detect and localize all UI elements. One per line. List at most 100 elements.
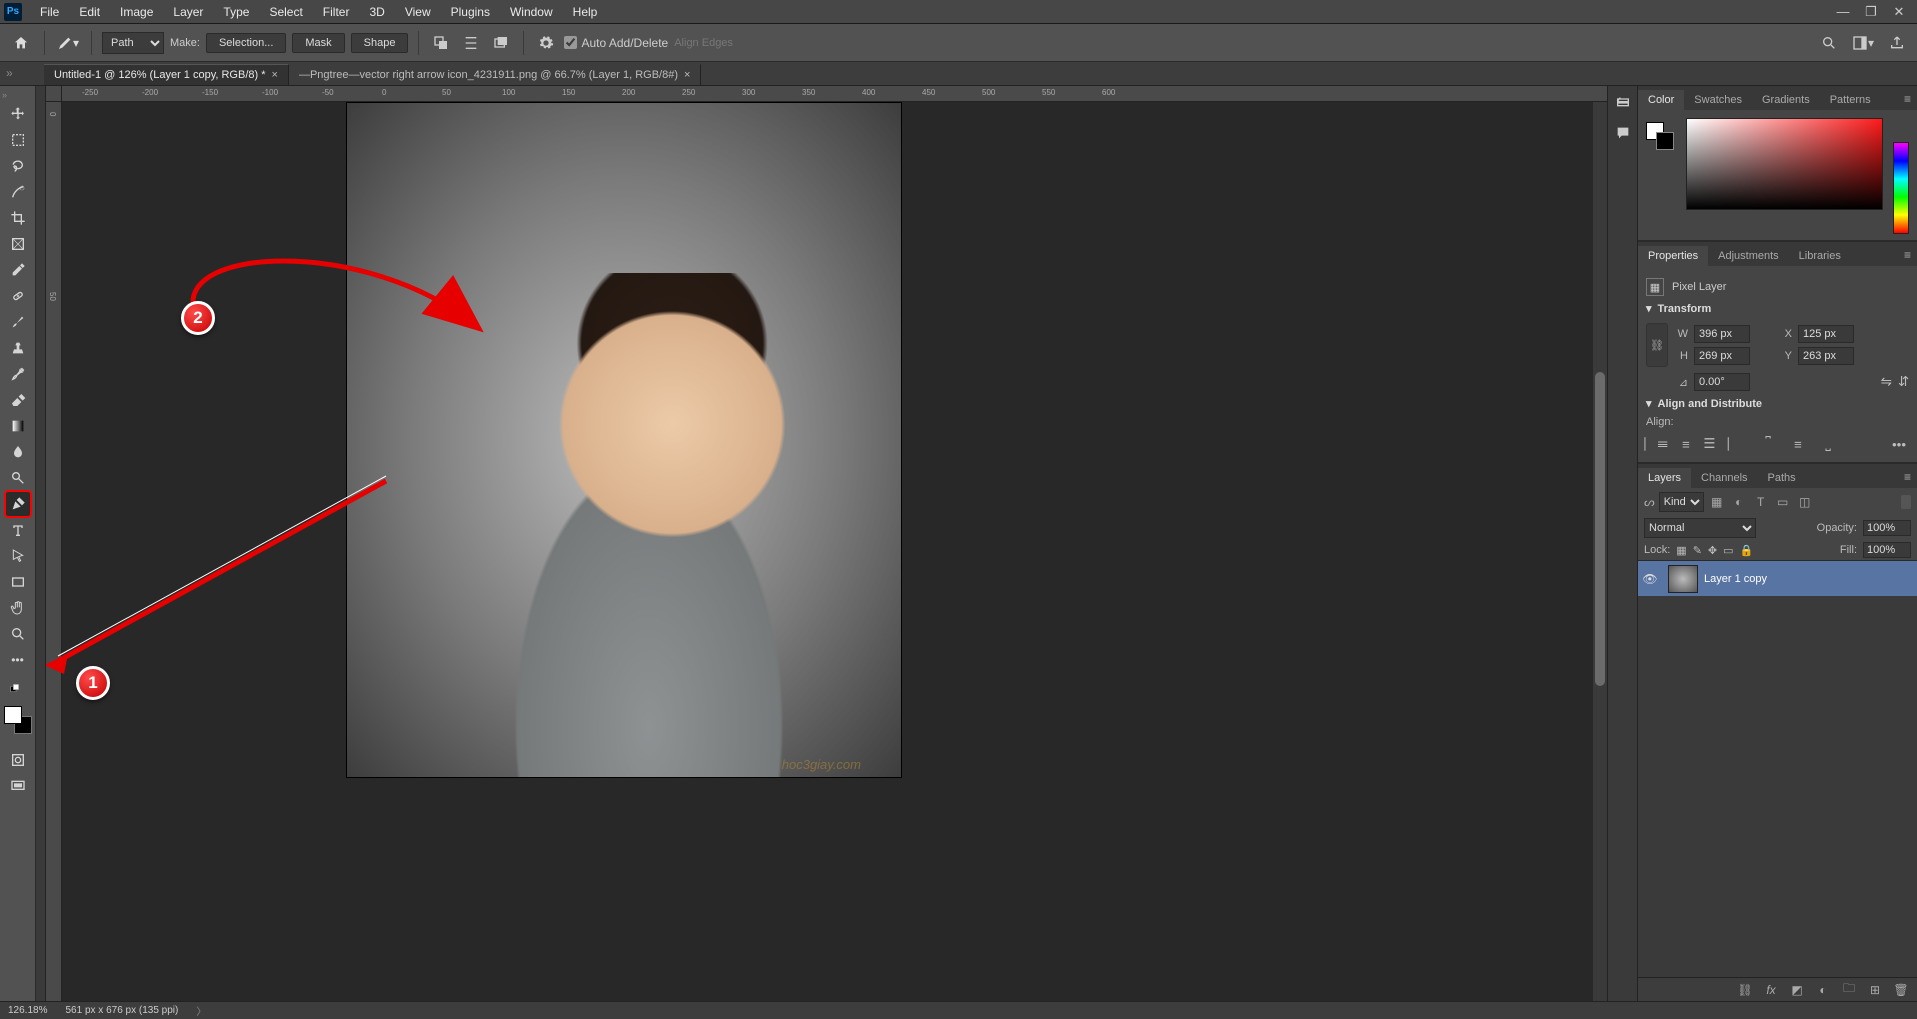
tool-mode-select[interactable]: Path <box>102 32 164 54</box>
make-selection-button[interactable]: Selection... <box>206 33 286 53</box>
align-left-icon[interactable]: ⎸☰ <box>1646 434 1666 454</box>
rectangle-tool[interactable] <box>6 570 30 594</box>
panel-menu-icon[interactable]: ≡ <box>1898 244 1917 266</box>
tab-paths[interactable]: Paths <box>1758 468 1806 488</box>
active-tool-icon[interactable]: ▾ <box>55 30 81 56</box>
tab-libraries[interactable]: Libraries <box>1789 246 1851 266</box>
comments-panel-icon[interactable] <box>1612 122 1634 144</box>
pen-tool[interactable] <box>6 492 30 516</box>
y-field[interactable] <box>1798 347 1854 365</box>
opacity-field[interactable] <box>1863 520 1911 536</box>
tab-gradients[interactable]: Gradients <box>1752 90 1820 110</box>
tab-document-1[interactable]: Untitled-1 @ 126% (Layer 1 copy, RGB/8) … <box>44 64 289 85</box>
flip-horizontal-icon[interactable]: ⇋ <box>1881 374 1892 390</box>
clone-stamp-tool[interactable] <box>6 336 30 360</box>
path-alignment-icon[interactable] <box>459 31 483 55</box>
healing-brush-tool[interactable] <box>6 284 30 308</box>
transform-section[interactable]: ▾Transform <box>1646 302 1909 315</box>
auto-add-delete-checkbox[interactable]: Auto Add/Delete <box>564 36 668 50</box>
menu-type[interactable]: Type <box>213 3 259 21</box>
document-info[interactable]: 561 px x 676 px (135 ppi) <box>65 1005 178 1016</box>
tab-patterns[interactable]: Patterns <box>1820 90 1881 110</box>
color-spectrum[interactable] <box>1686 118 1883 210</box>
menu-file[interactable]: File <box>30 3 69 21</box>
color-hue-bar[interactable] <box>1893 142 1909 234</box>
lock-transparency-icon[interactable]: ▦ <box>1676 544 1686 557</box>
x-field[interactable] <box>1798 325 1854 343</box>
align-hcenter-icon[interactable]: ≡ <box>1676 434 1696 454</box>
canvas-scrollbar-vertical[interactable] <box>1593 102 1607 1001</box>
adjustment-layer-icon[interactable]: ◐ <box>1815 982 1831 998</box>
path-selection-tool[interactable] <box>6 544 30 568</box>
history-panel-icon[interactable] <box>1612 92 1634 114</box>
share-icon[interactable] <box>1885 31 1909 55</box>
history-brush-tool[interactable] <box>6 362 30 386</box>
layer-thumbnail[interactable] <box>1668 565 1698 593</box>
menu-image[interactable]: Image <box>110 3 163 21</box>
panel-menu-icon[interactable]: ≡ <box>1898 466 1917 488</box>
filter-toggle-icon[interactable] <box>1901 495 1911 509</box>
menu-edit[interactable]: Edit <box>69 3 110 21</box>
lock-all-icon[interactable]: 🔒 <box>1740 544 1754 557</box>
menu-3d[interactable]: 3D <box>359 3 394 21</box>
color-fg-bg-swatch[interactable] <box>1646 122 1674 150</box>
window-maximize[interactable]: ❐ <box>1857 1 1885 23</box>
layer-name[interactable]: Layer 1 copy <box>1704 573 1767 585</box>
layer-row[interactable]: 👁 Layer 1 copy <box>1638 560 1917 596</box>
height-field[interactable] <box>1694 347 1750 365</box>
width-field[interactable] <box>1694 325 1750 343</box>
gear-icon[interactable] <box>534 31 558 55</box>
home-button[interactable] <box>8 30 34 56</box>
panel-menu-icon[interactable]: ≡ <box>1898 88 1917 110</box>
blur-tool[interactable] <box>6 440 30 464</box>
align-more-icon[interactable]: ••• <box>1889 434 1909 454</box>
eraser-tool[interactable] <box>6 388 30 412</box>
ruler-horizontal[interactable]: -250 -200 -150 -100 -50 0 50 100 150 200… <box>62 86 1607 102</box>
new-layer-icon[interactable]: ⊞ <box>1867 982 1883 998</box>
menu-help[interactable]: Help <box>563 3 608 21</box>
lock-artboard-icon[interactable]: ▭ <box>1723 544 1733 557</box>
tab-close-icon[interactable]: × <box>684 69 690 81</box>
tab-layers[interactable]: Layers <box>1638 468 1691 488</box>
filter-adjust-icon[interactable]: ◐ <box>1730 493 1748 511</box>
blend-mode-select[interactable]: Normal <box>1644 518 1756 538</box>
move-tool[interactable] <box>6 102 30 126</box>
align-bottom-icon[interactable]: ⎵ <box>1818 434 1838 454</box>
quick-mask-toggle[interactable] <box>6 748 30 772</box>
window-minimize[interactable]: — <box>1829 1 1857 23</box>
tab-document-2[interactable]: —Pngtree—vector right arrow icon_4231911… <box>289 64 702 85</box>
menu-plugins[interactable]: Plugins <box>441 3 500 21</box>
tab-color[interactable]: Color <box>1638 90 1684 110</box>
menu-select[interactable]: Select <box>259 3 312 21</box>
align-vcenter-icon[interactable]: ≡ <box>1788 434 1808 454</box>
lock-position-icon[interactable]: ✥ <box>1708 544 1717 557</box>
layer-visibility-icon[interactable]: 👁 <box>1638 572 1662 586</box>
frame-tool[interactable] <box>6 232 30 256</box>
tab-close-icon[interactable]: × <box>272 69 278 81</box>
align-section[interactable]: ▾Align and Distribute <box>1646 397 1909 410</box>
workspace-switcher-icon[interactable]: ▾ <box>1851 31 1875 55</box>
document-canvas[interactable]: hoc3giay.com <box>346 102 902 778</box>
align-right-icon[interactable]: ☰⎹ <box>1706 434 1726 454</box>
lasso-tool[interactable] <box>6 154 30 178</box>
foreground-background-swatches[interactable] <box>4 706 32 734</box>
link-wh-icon[interactable]: ⛓ <box>1646 323 1668 367</box>
menu-view[interactable]: View <box>395 3 441 21</box>
link-layers-icon[interactable]: ⛓ <box>1737 982 1753 998</box>
make-shape-button[interactable]: Shape <box>351 33 409 53</box>
ruler-vertical[interactable]: 0 50 <box>46 102 62 1001</box>
filter-type-icon[interactable]: T <box>1752 493 1770 511</box>
tab-adjustments[interactable]: Adjustments <box>1708 246 1789 266</box>
flip-vertical-icon[interactable]: ⇵ <box>1898 374 1909 390</box>
tab-channels[interactable]: Channels <box>1691 468 1757 488</box>
path-operations-icon[interactable] <box>429 31 453 55</box>
zoom-tool[interactable] <box>6 622 30 646</box>
lock-pixels-icon[interactable]: ✎ <box>1693 544 1702 557</box>
path-arrangement-icon[interactable] <box>489 31 513 55</box>
menu-filter[interactable]: Filter <box>313 3 360 21</box>
angle-field[interactable] <box>1694 373 1750 391</box>
brush-tool[interactable] <box>6 310 30 334</box>
gradient-tool[interactable] <box>6 414 30 438</box>
layer-filter-kind-select[interactable]: Kind <box>1659 492 1704 512</box>
fill-field[interactable] <box>1863 542 1911 558</box>
